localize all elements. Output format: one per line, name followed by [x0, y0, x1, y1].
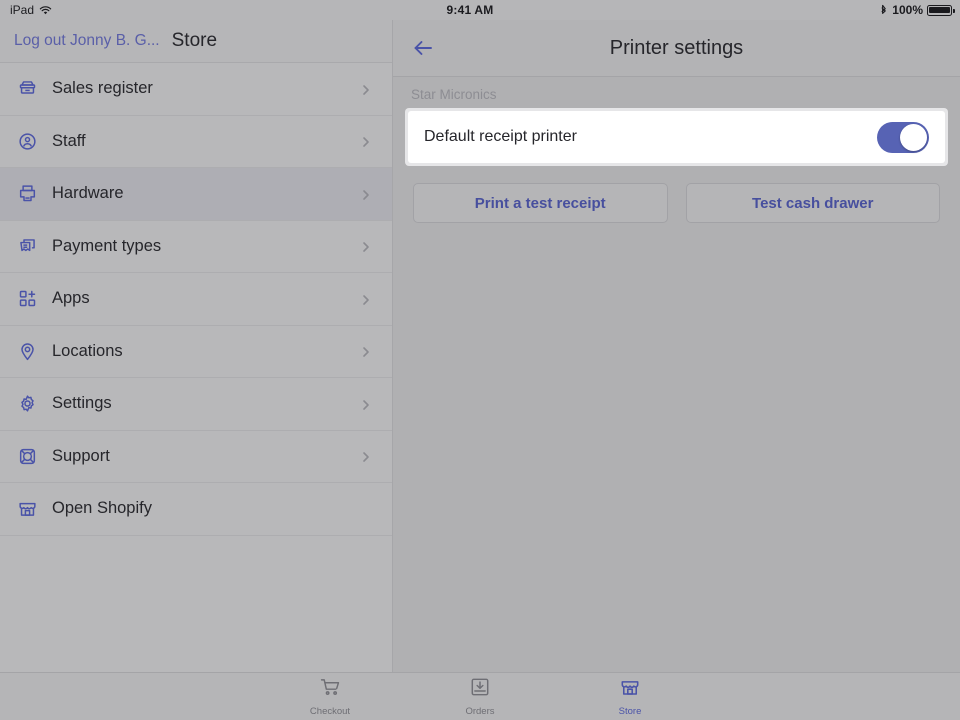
detail-panel: Printer settings Star Micronics Default … — [393, 20, 960, 672]
shopping-cart-icon — [319, 676, 341, 703]
sidebar-item-sales-register[interactable]: Sales register — [0, 63, 392, 116]
sidebar-item-open-shopify[interactable]: Open Shopify — [0, 483, 392, 536]
toggle-knob — [900, 123, 927, 151]
tab-bar: Checkout Orders Store — [0, 672, 960, 720]
person-circle-icon — [14, 131, 40, 152]
inbox-download-icon — [469, 676, 491, 703]
chevron-right-icon — [360, 293, 372, 305]
chevron-right-icon — [360, 398, 372, 410]
sidebar-item-staff[interactable]: Staff — [0, 116, 392, 168]
chevron-right-icon — [360, 345, 372, 358]
chevron-right-icon — [360, 240, 372, 253]
tab-orders[interactable]: Orders — [437, 676, 523, 717]
tab-store[interactable]: Store — [587, 676, 673, 717]
sidebar-item-payment-types[interactable]: Payment types — [0, 221, 392, 273]
sidebar-item-label: Settings — [52, 394, 112, 413]
detail-header: Printer settings — [393, 20, 960, 77]
sidebar: Log out Jonny B. G... Store Sales regist… — [0, 20, 393, 672]
sidebar-item-locations[interactable]: Locations — [0, 326, 392, 378]
detail-title: Printer settings — [609, 36, 744, 59]
apps-grid-plus-icon — [14, 288, 40, 309]
logout-button[interactable]: Log out Jonny B. G... — [14, 32, 160, 50]
default-receipt-printer-row[interactable]: Default receipt printer — [408, 111, 945, 163]
print-test-receipt-button[interactable]: Print a test receipt — [413, 183, 668, 223]
section-header-star-micronics: Star Micronics — [411, 87, 497, 102]
sidebar-nav: Sales register Staff Hardware Payment ty… — [0, 63, 392, 536]
chevron-right-icon — [360, 188, 372, 200]
split-view: Log out Jonny B. G... Store Sales regist… — [0, 20, 960, 672]
test-cash-drawer-button[interactable]: Test cash drawer — [685, 183, 940, 223]
storefront-icon — [619, 676, 641, 703]
sidebar-item-settings[interactable]: Settings — [0, 378, 392, 431]
printer-icon — [14, 183, 40, 204]
tab-label: Store — [618, 706, 642, 717]
setting-label: Default receipt printer — [424, 128, 577, 145]
back-arrow-icon[interactable] — [401, 36, 445, 60]
battery-full-icon — [927, 4, 955, 16]
detail-body: Star Micronics Default receipt printer P… — [393, 77, 960, 672]
tab-label: Orders — [465, 706, 495, 717]
chevron-right-icon — [360, 450, 372, 463]
sidebar-item-label: Hardware — [52, 184, 124, 203]
status-bar: iPad 9:41 AM 100% — [0, 0, 960, 20]
sidebar-item-label: Staff — [52, 131, 86, 150]
chevron-right-icon — [360, 83, 372, 95]
cash-register-icon — [14, 78, 40, 99]
sidebar-header: Log out Jonny B. G... Store — [0, 20, 392, 63]
status-bar-clock: 9:41 AM — [446, 3, 494, 17]
page-title: Store — [171, 30, 218, 51]
default-receipt-printer-toggle[interactable] — [877, 121, 929, 153]
map-pin-icon — [14, 341, 40, 362]
sidebar-item-label: Open Shopify — [52, 499, 152, 518]
sidebar-item-support[interactable]: Support — [0, 431, 392, 483]
chevron-right-icon — [360, 135, 372, 148]
sidebar-item-apps[interactable]: Apps — [0, 273, 392, 326]
action-button-row: Print a test receipt Test cash drawer — [393, 166, 960, 223]
tab-label: Checkout — [309, 706, 351, 717]
sidebar-item-label: Payment types — [52, 236, 162, 255]
sidebar-item-label: Sales register — [52, 79, 153, 98]
payment-cards-icon — [14, 236, 40, 257]
gear-icon — [14, 393, 40, 414]
tab-checkout[interactable]: Checkout — [287, 676, 373, 717]
lifebuoy-icon — [14, 446, 40, 467]
sidebar-item-label: Locations — [52, 341, 123, 360]
sidebar-empty-space — [0, 536, 392, 673]
sidebar-item-label: Support — [52, 446, 110, 465]
storefront-icon — [14, 498, 40, 519]
sidebar-item-hardware[interactable]: Hardware — [0, 168, 392, 221]
ipad-screen: iPad 9:41 AM 100% Log out Jonny B. G... … — [0, 0, 960, 720]
setting-card-wrapper: Default receipt printer — [405, 108, 948, 166]
sidebar-item-label: Apps — [52, 289, 90, 308]
